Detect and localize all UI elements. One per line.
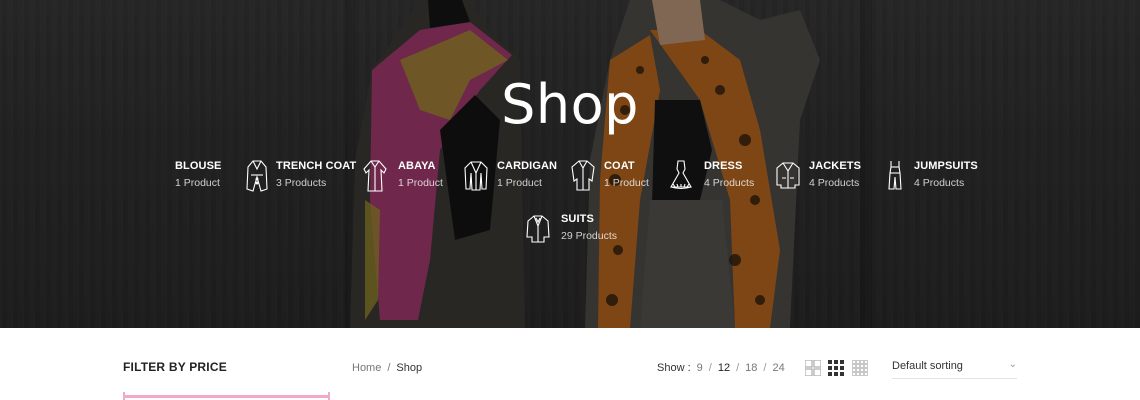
per-page-12[interactable]: 12 [718,362,730,374]
category-count: 1 Product [604,177,649,189]
breadcrumb: Home / Shop [352,362,422,374]
per-page-separator: / [708,362,712,374]
grid-2-icon[interactable] [804,359,822,377]
category-cardigan[interactable]: CARDIGAN 1 Product [463,159,557,193]
abaya-icon [362,159,392,193]
category-trench-coat[interactable]: TRENCH COAT 3 Products [244,159,356,193]
page-title: Shop [501,73,639,136]
trench-coat-icon [244,159,270,193]
category-jumpsuits[interactable]: JUMPSUITS 4 Products [882,159,978,193]
per-page-separator: / [736,362,740,374]
category-text: CARDIGAN 1 Product [497,159,557,190]
category-jackets[interactable]: JACKETS 4 Products [775,159,861,193]
per-page-18[interactable]: 18 [745,362,757,374]
category-suits[interactable]: SUITS 29 Products [525,212,617,246]
category-name: BLOUSE [175,160,222,172]
category-text: SUITS 29 Products [561,212,617,243]
page-hero: Shop BLOUSE 1 Product TRENCH COAT 3 Prod… [0,0,1140,328]
category-text: ABAYA 1 Product [398,159,443,190]
sorting-select[interactable]: Default sorting ⌄ [892,359,1017,379]
jacket-icon [775,159,803,193]
category-name: JUMPSUITS [914,160,978,172]
price-range-slider[interactable] [123,392,330,400]
category-text: JACKETS 4 Products [809,159,861,190]
category-name: ABAYA [398,160,436,172]
category-coat[interactable]: COAT 1 Product [570,159,649,193]
category-dress[interactable]: DRESS 4 Products [668,159,754,193]
per-page-9[interactable]: 9 [697,362,703,374]
category-count: 29 Products [561,230,618,242]
category-count: 1 Product [398,177,443,189]
category-text: COAT 1 Product [604,159,649,190]
category-text: BLOUSE 1 Product [175,159,221,190]
cardigan-icon [463,159,491,193]
category-name: TRENCH COAT [276,160,357,172]
per-page-label: Show : [657,362,691,374]
category-name: DRESS [704,160,743,172]
category-count: 4 Products [704,177,755,189]
products-per-page: Show : 9 / 12 / 18 / 24 [657,362,785,374]
category-name: COAT [604,160,635,172]
breadcrumb-home-link[interactable]: Home [352,362,381,374]
sorting-value: Default sorting [892,360,963,372]
per-page-separator: / [763,362,767,374]
category-count: 1 Product [497,177,542,189]
grid-3-icon[interactable] [828,360,844,376]
per-page-24[interactable]: 24 [772,362,784,374]
jumpsuit-icon [882,159,908,193]
filter-by-price-title: FILTER BY PRICE [123,360,227,374]
suit-icon [525,212,555,246]
dress-icon [668,159,698,193]
grid-4-icon[interactable] [852,360,868,376]
breadcrumb-current: Shop [396,362,423,374]
price-min-handle[interactable] [123,392,125,400]
category-text: TRENCH COAT 3 Products [276,159,356,190]
category-name: JACKETS [809,160,862,172]
breadcrumb-separator: / [387,362,391,374]
category-abaya[interactable]: ABAYA 1 Product [362,159,443,193]
category-count: 4 Products [809,177,860,189]
category-count: 3 Products [276,177,327,189]
category-blouse[interactable]: BLOUSE 1 Product [175,159,221,190]
category-name: SUITS [561,213,594,225]
price-max-handle[interactable] [328,392,330,400]
category-text: JUMPSUITS 4 Products [914,159,978,190]
category-count: 4 Products [914,177,965,189]
category-count: 1 Product [175,177,220,189]
category-text: DRESS 4 Products [704,159,754,190]
category-name: CARDIGAN [497,160,558,172]
chevron-down-icon: ⌄ [1008,359,1017,370]
coat-icon [570,159,598,193]
